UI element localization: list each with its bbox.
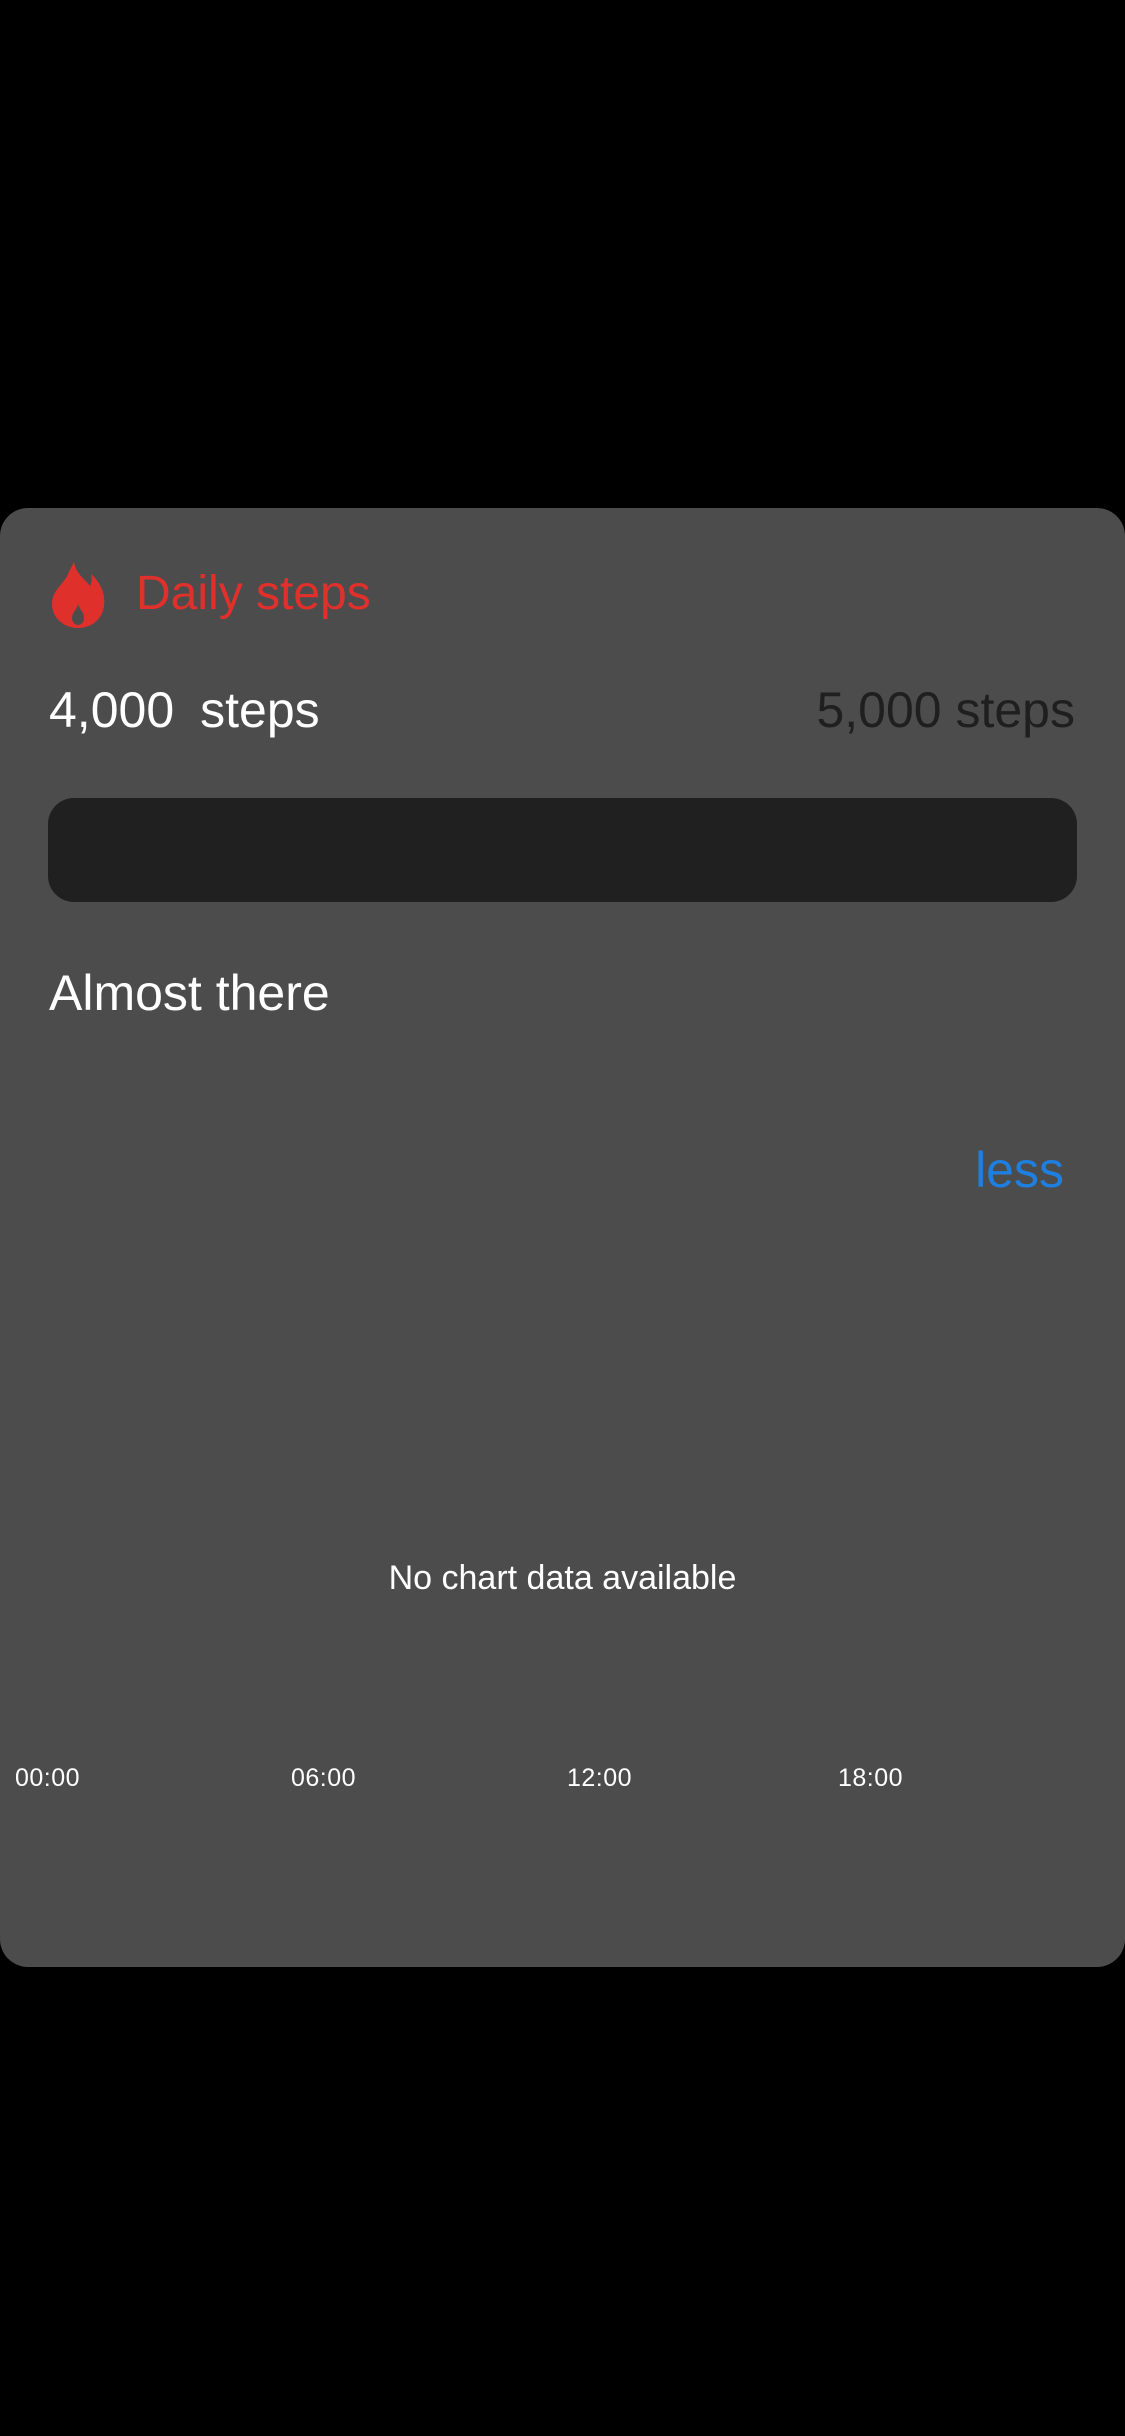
x-tick-label: 00:00 bbox=[15, 1764, 81, 1792]
show-less-link[interactable]: less bbox=[975, 1140, 1064, 1200]
x-tick-label: 12:00 bbox=[567, 1764, 633, 1792]
card-header: Daily steps bbox=[50, 554, 371, 634]
status-text: Almost there bbox=[49, 965, 330, 1021]
current-steps-unit: steps bbox=[200, 682, 320, 738]
goal-steps: 5,000 steps bbox=[816, 682, 1075, 738]
chart-empty-message: No chart data available bbox=[388, 1559, 737, 1597]
steps-progress-bar bbox=[48, 798, 1077, 902]
current-steps-value: 4,000 bbox=[49, 682, 175, 738]
card-title: Daily steps bbox=[136, 567, 371, 620]
chart-x-axis: 00:00 06:00 12:00 18:00 bbox=[0, 1763, 1125, 1803]
x-tick-label: 06:00 bbox=[291, 1764, 357, 1792]
current-steps: 4,000 steps bbox=[49, 680, 320, 740]
flame-icon bbox=[52, 562, 105, 628]
daily-steps-card: Daily steps 4,000 steps 5,000 steps Almos… bbox=[0, 508, 1125, 1967]
x-tick-label: 18:00 bbox=[838, 1764, 904, 1792]
